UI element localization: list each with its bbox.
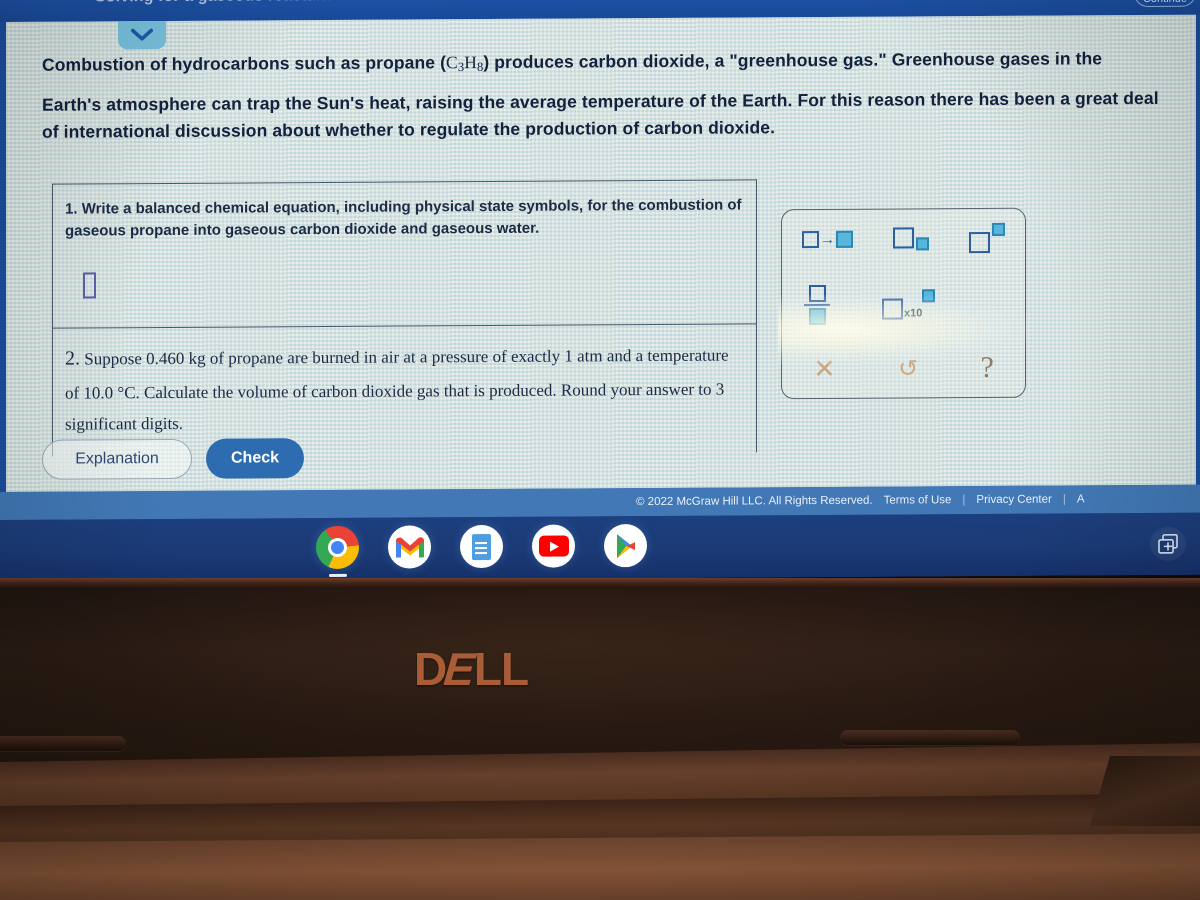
- x10-label: x10: [904, 307, 923, 320]
- math-toolbar-row-1: →: [782, 222, 1025, 254]
- chevron-down-icon: [131, 28, 153, 41]
- footer-separator: |: [962, 494, 966, 507]
- question-1-body: Write a balanced chemical equation, incl…: [65, 196, 742, 240]
- rubber-foot-left: [0, 736, 126, 751]
- laptop-hinge-notch: [1089, 756, 1200, 826]
- rubber-foot-right: [840, 730, 1020, 745]
- question-1-number: 1.: [65, 200, 78, 218]
- propane-formula: C3H8: [446, 52, 483, 74]
- fraction-button[interactable]: [804, 284, 830, 326]
- gmail-envelope-icon: [395, 536, 424, 558]
- placeholder-square-filled-icon: [836, 230, 853, 248]
- subscript-button[interactable]: [893, 226, 929, 250]
- help-button[interactable]: ?: [981, 351, 994, 385]
- intro-paragraph-1: Combustion of hydrocarbons such as propa…: [42, 45, 1172, 80]
- intro-line1-before: Combustion of hydrocarbons such as propa…: [42, 52, 447, 75]
- check-button[interactable]: Check: [206, 438, 304, 479]
- explanation-button[interactable]: Explanation: [42, 438, 192, 480]
- laptop-display: Solving for a gaseous reactant 0/5 Conti…: [0, 0, 1200, 582]
- question-card: 1. Write a balanced chemical equation, i…: [52, 179, 757, 457]
- os-taskbar: [0, 512, 1200, 582]
- docs-page-icon: [472, 533, 491, 560]
- terms-of-use-link[interactable]: Terms of Use: [884, 494, 952, 506]
- math-toolbar-row-2: x10: [804, 284, 964, 326]
- equation-answer-input[interactable]: [83, 272, 96, 299]
- right-arrow-icon: →: [820, 230, 835, 248]
- placeholder-square-icon: [893, 226, 914, 249]
- screenshot-windows-icon: [1158, 534, 1178, 554]
- accessibility-link[interactable]: A: [1077, 493, 1085, 505]
- intro-paragraph-2: Earth's atmosphere can trap the Sun's he…: [42, 87, 1159, 142]
- superscript-square-icon: [992, 222, 1005, 236]
- question-2: 2. Suppose 0.460 kg of propane are burne…: [53, 324, 756, 456]
- math-equation-toolbar: → x10 ✕ ↺ ?: [781, 207, 1026, 400]
- superscript-button[interactable]: [969, 222, 1005, 254]
- taskbar-app-list: [316, 524, 647, 570]
- play-triangle-icon: [616, 533, 635, 558]
- laptop-base-lower-surface: [0, 833, 1200, 900]
- numerator-square-icon: [808, 284, 826, 303]
- dell-letters-ll: LL: [473, 643, 529, 695]
- reaction-arrow-button[interactable]: →: [802, 230, 853, 248]
- laptop-screen-photo: Solving for a gaseous reactant 0/5 Conti…: [0, 0, 1200, 900]
- fraction-bar-icon: [804, 303, 830, 307]
- youtube-play-icon: [538, 535, 569, 557]
- denominator-square-icon: [808, 307, 826, 326]
- play-store-icon[interactable]: [604, 524, 647, 568]
- mantissa-square-icon: [882, 298, 903, 320]
- dell-brand-logo: D E LL: [414, 642, 529, 696]
- footer-separator: |: [1062, 493, 1066, 506]
- placeholder-square-icon: [969, 231, 990, 254]
- chrome-center-dot: [328, 537, 347, 557]
- scientific-notation-button[interactable]: x10: [882, 289, 936, 320]
- action-button-group: Explanation Check: [42, 438, 304, 480]
- undo-button[interactable]: ↺: [898, 354, 918, 383]
- youtube-icon[interactable]: [532, 524, 575, 568]
- laptop-lid-back: [0, 588, 1200, 766]
- header-continue-button[interactable]: Continue: [1134, 0, 1196, 8]
- clear-button[interactable]: ✕: [813, 353, 836, 384]
- screen-capture-icon[interactable]: [1150, 526, 1186, 561]
- intro-line1-after: ) produces carbon dioxide, a "greenhouse…: [483, 48, 1103, 73]
- google-docs-icon[interactable]: [460, 524, 503, 569]
- privacy-center-link[interactable]: Privacy Center: [976, 494, 1051, 506]
- assignment-content-area: Combustion of hydrocarbons such as propa…: [6, 14, 1196, 492]
- formula-element-c: C: [446, 52, 458, 73]
- question-2-body: Suppose 0.460 kg of propane are burned i…: [65, 345, 729, 435]
- formula-element-h: H: [464, 52, 477, 73]
- math-toolbar-row-3: ✕ ↺ ?: [782, 351, 1025, 386]
- chrome-icon[interactable]: [316, 525, 359, 570]
- question-1: 1. Write a balanced chemical equation, i…: [53, 180, 756, 329]
- exponent-square-icon: [922, 289, 936, 303]
- placeholder-square-icon: [802, 230, 819, 248]
- copyright-text: © 2022 McGraw Hill LLC. All Rights Reser…: [636, 494, 873, 509]
- problem-intro-text: Combustion of hydrocarbons such as propa…: [42, 45, 1172, 145]
- question-2-number: 2.: [65, 347, 80, 370]
- subscript-square-icon: [916, 236, 929, 250]
- collapse-panel-button[interactable]: [118, 20, 166, 50]
- assignment-title: Solving for a gaseous reactant: [95, 0, 331, 6]
- gmail-icon[interactable]: [388, 525, 431, 569]
- question-1-text: 1. Write a balanced chemical equation, i…: [65, 194, 742, 242]
